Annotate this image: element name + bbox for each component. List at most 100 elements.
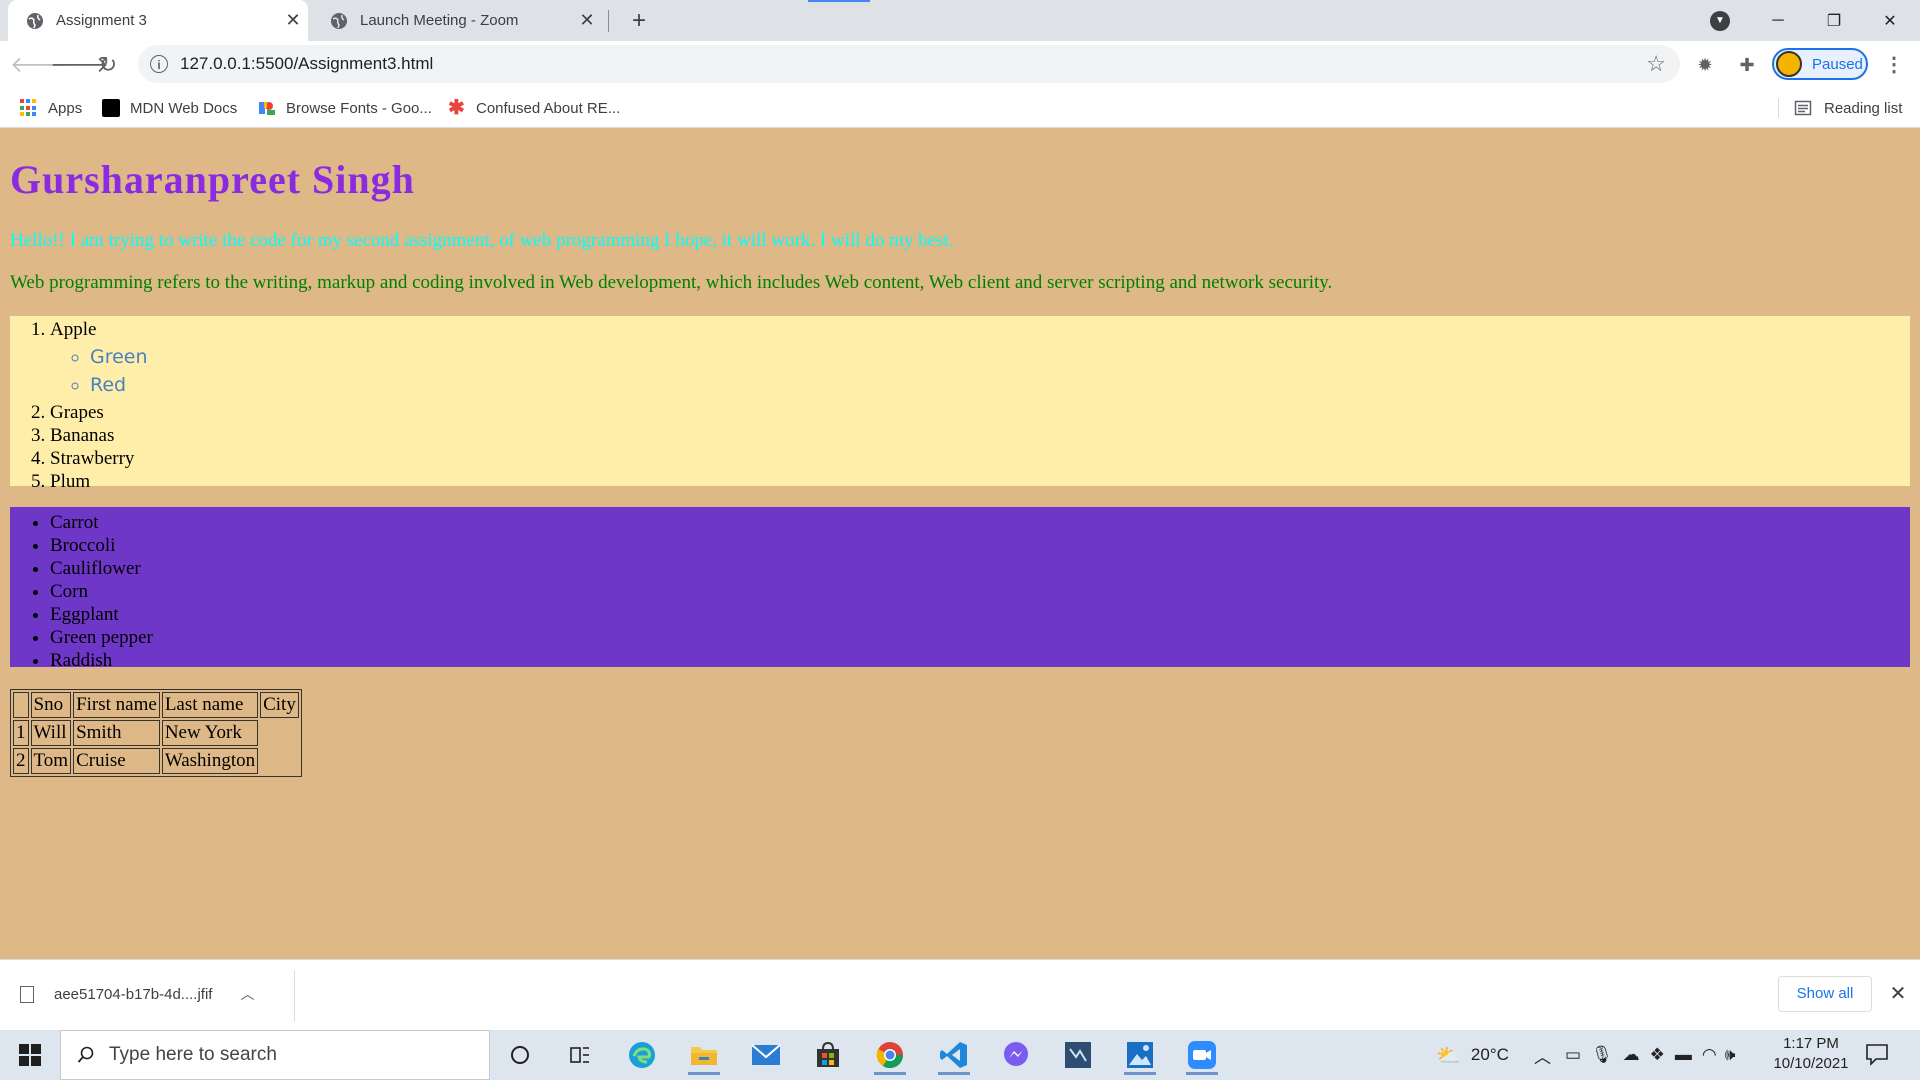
page-title: Gursharanpreet Singh	[10, 157, 415, 202]
messenger-icon[interactable]	[996, 1035, 1036, 1075]
bookmark-mdn[interactable]: MDN Web Docs	[102, 88, 237, 128]
weather-cloud-icon: ⛅	[1436, 1044, 1461, 1067]
forward-button[interactable]: 🡒	[50, 49, 109, 81]
list-item: Green	[90, 343, 1910, 371]
vscode-icon[interactable]	[934, 1035, 974, 1075]
vegetable-list: Carrot Broccoli Cauliflower Corn Eggplan…	[10, 507, 1910, 672]
table-header-row: Sno First name Last name City	[13, 692, 299, 718]
zoom-icon[interactable]	[1182, 1035, 1222, 1075]
reading-list-icon	[1794, 100, 1812, 116]
tab-assignment-3[interactable]: Assignment 3 ✕	[8, 0, 308, 41]
bookmark-label: Apps	[48, 99, 83, 117]
bookmark-star-icon[interactable]: ☆	[1646, 51, 1666, 77]
tab-search-icon[interactable]: ▼	[1710, 11, 1730, 31]
table-row: 1 Will Smith New York	[13, 720, 299, 746]
list-item: Cauliflower	[50, 557, 1910, 580]
store-icon[interactable]	[808, 1035, 848, 1075]
page-content: Gursharanpreet Singh Hello!! I am trying…	[0, 128, 1920, 959]
table-cell: 2	[13, 748, 29, 774]
extensions-puzzle-icon[interactable]: ✚	[1733, 51, 1761, 79]
address-url[interactable]: 127.0.0.1:5500/Assignment3.html	[180, 54, 433, 74]
browser-menu-icon[interactable]: ⋮	[1880, 51, 1908, 79]
apple-variety-list: Green Red	[50, 343, 1910, 399]
volume-icon[interactable]: 🕪	[1725, 1045, 1736, 1065]
weather-widget[interactable]: ⛅ 20°C	[1436, 1030, 1509, 1080]
maximize-button[interactable]: ❐	[1806, 0, 1862, 41]
edge-icon[interactable]	[622, 1035, 662, 1075]
search-icon	[77, 1046, 94, 1063]
close-tab-icon[interactable]: ✕	[572, 10, 602, 31]
table-row: 2 Tom Cruise Washington	[13, 748, 299, 774]
task-view-icon[interactable]	[560, 1035, 600, 1075]
profile-status-label: Paused	[1812, 55, 1863, 73]
taskbar-search[interactable]: Type here to search	[60, 1030, 490, 1080]
onedrive-icon[interactable]: ☁	[1623, 1045, 1640, 1065]
mail-icon[interactable]	[746, 1035, 786, 1075]
address-bar[interactable]: i 127.0.0.1:5500/Assignment3.html ☆	[138, 45, 1680, 83]
photos-icon[interactable]	[1120, 1035, 1160, 1075]
show-all-button[interactable]: Show all	[1778, 976, 1872, 1012]
windows-logo-icon	[19, 1044, 41, 1066]
download-shelf: aee51704-b17b-4d....jfif ︿ Show all ✕	[0, 959, 1920, 1030]
running-indicator	[688, 1072, 720, 1075]
list-item: Bananas	[50, 424, 1910, 447]
reading-list-button[interactable]: Reading list	[1794, 88, 1902, 128]
tab-title: Assignment 3	[56, 12, 147, 29]
list-item: Green pepper	[50, 626, 1910, 649]
chevron-up-icon[interactable]: ︿	[240, 984, 254, 1004]
cortana-icon[interactable]	[500, 1035, 540, 1075]
bookmark-apps[interactable]: Apps	[20, 88, 82, 128]
file-icon	[20, 985, 34, 1003]
globe-icon	[27, 12, 43, 29]
chevron-up-icon[interactable]: ︿	[1534, 1043, 1551, 1068]
weather-temperature: 20°C	[1470, 1045, 1509, 1064]
download-file-name: aee51704-b17b-4d....jfif	[54, 985, 213, 1003]
profile-button[interactable]: Paused	[1772, 48, 1868, 80]
minimize-button[interactable]: ─	[1750, 0, 1806, 41]
list-item: Raddish	[50, 649, 1910, 672]
table-cell: Washington	[161, 748, 259, 774]
microphone-icon[interactable]: 🎙	[1591, 1045, 1613, 1065]
file-explorer-icon[interactable]	[684, 1035, 724, 1075]
list-item: Apple Green Red	[50, 318, 1910, 399]
tab-title: Launch Meeting - Zoom	[360, 12, 519, 29]
site-info-icon[interactable]: i	[150, 55, 168, 73]
reload-button[interactable]: ↻	[92, 49, 124, 81]
list-item: Carrot	[50, 511, 1910, 534]
download-item[interactable]: aee51704-b17b-4d....jfif ︿	[20, 974, 254, 1014]
download-divider	[294, 970, 295, 1022]
people-table: Sno First name Last name City 1 Will Smi…	[10, 689, 302, 777]
bookmark-confused-about[interactable]: ✱ Confused About RE...	[448, 88, 620, 128]
vegetable-list-box: Carrot Broccoli Cauliflower Corn Eggplan…	[10, 507, 1910, 671]
table-cell: Smith	[73, 720, 160, 746]
dropbox-icon[interactable]: ❖	[1650, 1045, 1665, 1065]
back-button[interactable]: 🡐	[10, 49, 69, 81]
notification-icon[interactable]	[1864, 1041, 1890, 1067]
asterisk-icon: ✱	[448, 97, 465, 119]
start-button[interactable]	[0, 1030, 60, 1080]
extension-bug-icon[interactable]: ✹	[1691, 51, 1719, 79]
meet-now-icon[interactable]: ▭	[1565, 1045, 1581, 1065]
chrome-icon[interactable]	[870, 1035, 910, 1075]
bookmark-label: Confused About RE...	[476, 99, 621, 117]
table-header	[13, 692, 29, 718]
close-window-button[interactable]: ✕	[1862, 0, 1918, 41]
bookmark-google-fonts[interactable]: Browse Fonts - Goo...	[258, 88, 432, 128]
running-indicator	[874, 1072, 906, 1075]
table-header: Sno	[30, 692, 72, 718]
close-icon[interactable]: ✕	[1886, 980, 1910, 1008]
app-icon[interactable]	[1058, 1035, 1098, 1075]
bookmark-label: Browse Fonts - Goo...	[286, 99, 432, 117]
tab-zoom-meeting[interactable]: Launch Meeting - Zoom ✕	[312, 0, 602, 41]
list-item: Red	[90, 371, 1910, 399]
running-indicator	[1124, 1072, 1156, 1075]
taskbar-clock[interactable]: 1:17 PM 10/10/2021	[1766, 1034, 1856, 1074]
battery-icon[interactable]: ▬	[1675, 1045, 1692, 1065]
reading-list-label: Reading list	[1824, 99, 1903, 117]
wifi-icon[interactable]: ◠	[1702, 1045, 1717, 1065]
table-cell: Tom	[30, 748, 72, 774]
close-tab-icon[interactable]: ✕	[278, 10, 308, 31]
new-tab-button[interactable]: +	[624, 6, 654, 36]
clock-time: 1:17 PM	[1783, 1035, 1839, 1052]
list-item: Broccoli	[50, 534, 1910, 557]
